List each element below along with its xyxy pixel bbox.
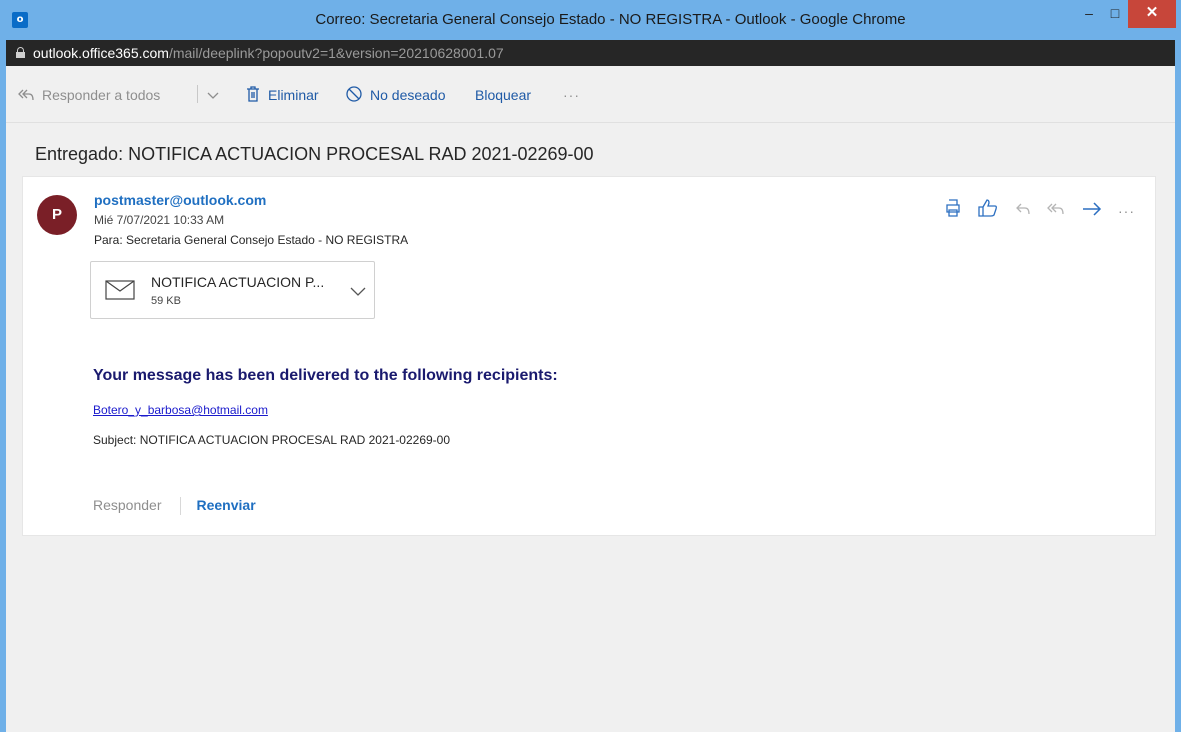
- title-bar: o Correo: Secretaria General Consejo Est…: [0, 0, 1181, 40]
- reply-all-icon[interactable]: [1047, 200, 1065, 221]
- more-actions-button[interactable]: ···: [563, 86, 580, 106]
- lock-icon[interactable]: [16, 47, 25, 58]
- delete-button[interactable]: Eliminar: [246, 86, 319, 106]
- block-sender-button[interactable]: Bloquear: [475, 86, 531, 106]
- junk-button[interactable]: No deseado: [346, 86, 446, 106]
- chevron-down-icon[interactable]: [350, 284, 366, 302]
- reply-all-button[interactable]: Responder a todos: [18, 86, 160, 106]
- attachment-name: NOTIFICA ACTUACION P...: [151, 274, 325, 290]
- message-card: P postmaster@outlook.com Mié 7/07/2021 1…: [22, 176, 1156, 536]
- chevron-down-icon: [206, 87, 220, 103]
- address-bar[interactable]: outlook.office365.com/mail/deeplink?popo…: [6, 40, 1175, 66]
- sender-address[interactable]: postmaster@outlook.com: [94, 192, 266, 208]
- reply-row: Responder Reenviar: [93, 497, 256, 516]
- envelope-icon: [105, 280, 135, 305]
- recipient-link[interactable]: Botero_y_barbosa@hotmail.com: [93, 403, 268, 417]
- window-title: Correo: Secretaria General Consejo Estad…: [315, 11, 906, 28]
- reply-all-label: Responder a todos: [42, 87, 161, 103]
- outlook-content: Responder a todos Eliminar No deseado Bl…: [6, 66, 1175, 732]
- url-text[interactable]: outlook.office365.com/mail/deeplink?popo…: [33, 45, 504, 61]
- body-heading: Your message has been delivered to the f…: [93, 367, 558, 384]
- like-icon[interactable]: [978, 199, 998, 222]
- url-host: outlook.office365.com: [33, 45, 169, 61]
- url-path: /mail/deeplink?popoutv2=1&version=202106…: [168, 45, 504, 61]
- reply-options-dropdown[interactable]: [206, 86, 220, 106]
- more-icon[interactable]: ···: [1118, 203, 1135, 219]
- reply-button[interactable]: Responder: [93, 497, 162, 513]
- attachment-size: 59 KB: [151, 295, 181, 307]
- chrome-window: o Correo: Secretaria General Consejo Est…: [0, 0, 1181, 732]
- reply-icon[interactable]: [1015, 200, 1031, 221]
- reply-all-icon: [18, 88, 34, 106]
- message-actions: ···: [932, 199, 1135, 221]
- to-label: Para:: [94, 233, 123, 247]
- minimize-button[interactable]: –: [1076, 0, 1102, 28]
- delete-label: Eliminar: [268, 87, 319, 103]
- reply-divider: [179, 497, 181, 516]
- to-value[interactable]: Secretaria General Consejo Estado - NO R…: [126, 233, 408, 247]
- block-icon: [346, 86, 362, 106]
- message-date: Mié 7/07/2021 10:33 AM: [94, 213, 225, 227]
- message-subject: Entregado: NOTIFICA ACTUACION PROCESAL R…: [35, 144, 594, 164]
- close-button[interactable]: ✕: [1128, 0, 1176, 28]
- junk-label: No deseado: [370, 87, 446, 103]
- forward-icon[interactable]: [1082, 200, 1102, 221]
- attachment-card[interactable]: NOTIFICA ACTUACION P... 59 KB: [90, 261, 375, 319]
- print-icon[interactable]: [944, 199, 962, 222]
- toolbar-divider: [197, 85, 198, 103]
- forward-button[interactable]: Reenviar: [197, 497, 256, 513]
- recipient-line: Para: Secretaria General Consejo Estado …: [94, 233, 408, 247]
- body-subject-line: Subject: NOTIFICA ACTUACION PROCESAL RAD…: [93, 433, 451, 447]
- avatar[interactable]: P: [37, 195, 77, 235]
- message-toolbar: Responder a todos Eliminar No deseado Bl…: [6, 66, 1175, 123]
- maximize-button[interactable]: □: [1102, 0, 1128, 28]
- trash-icon: [246, 86, 260, 106]
